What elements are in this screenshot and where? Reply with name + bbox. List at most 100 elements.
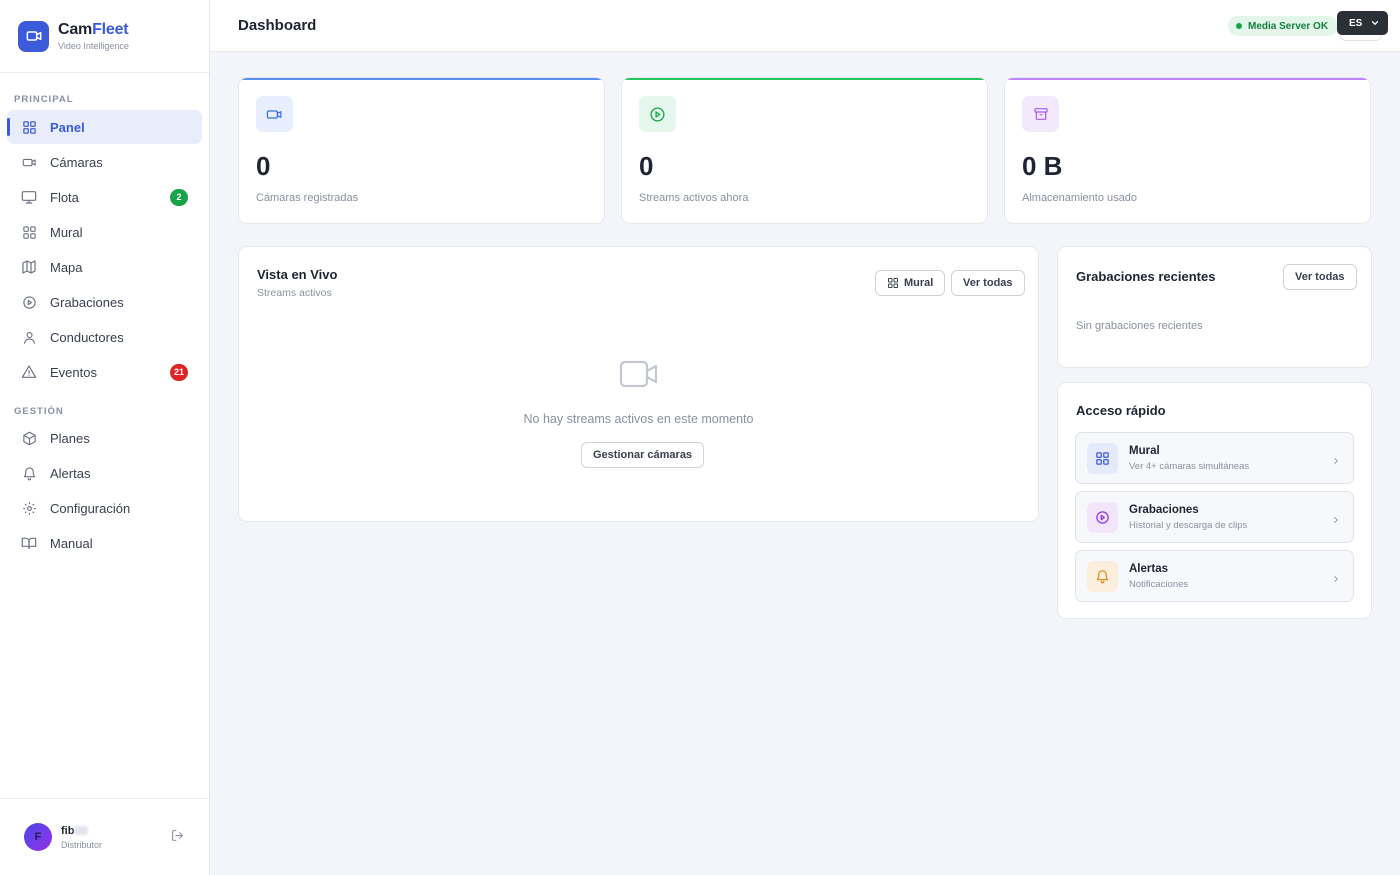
status-badge: Media Server OK	[1228, 16, 1339, 36]
card-title: Acceso rápido	[1076, 403, 1166, 418]
sidebar-item-mapa[interactable]: Mapa	[7, 250, 202, 284]
user-icon	[20, 328, 38, 346]
quick-access-subtitle: Historial y descarga de clips	[1129, 520, 1248, 531]
mural-button[interactable]: Mural	[875, 270, 946, 296]
bell-icon	[1087, 561, 1118, 592]
sidebar-item-flota[interactable]: Flota 2	[7, 180, 202, 214]
stat-card-streams: 0 Streams activos ahora	[621, 77, 988, 224]
sidebar-item-grabaciones[interactable]: Grabaciones	[7, 285, 202, 319]
section-label-gestion: GESTIÓN	[14, 406, 64, 417]
sidebar-item-label: Eventos	[50, 364, 97, 380]
bell-icon	[20, 464, 38, 482]
avatar: F	[24, 823, 52, 851]
chevron-right-icon	[1331, 512, 1341, 530]
empty-state-message: Sin grabaciones recientes	[1076, 320, 1203, 332]
sidebar-item-mural[interactable]: Mural	[7, 215, 202, 249]
book-icon	[20, 534, 38, 552]
quick-access-title: Grabaciones	[1129, 504, 1199, 516]
sidebar-item-camaras[interactable]: Cámaras	[7, 145, 202, 179]
brand-name: CamFleet	[58, 21, 129, 38]
video-camera-icon	[256, 96, 293, 132]
chevron-down-icon	[1370, 18, 1380, 31]
card-title: Grabaciones recientes	[1076, 269, 1216, 284]
user-name: fib	[61, 825, 102, 837]
map-icon	[20, 258, 38, 276]
quick-access-title: Alertas	[1129, 563, 1168, 575]
archive-icon	[1022, 96, 1059, 132]
play-circle-icon	[20, 293, 38, 311]
quick-access-title: Mural	[1129, 445, 1160, 457]
grid-icon	[20, 223, 38, 241]
sidebar: CamFleet Video Intelligence PRINCIPAL Pa…	[0, 0, 210, 875]
sidebar-item-panel[interactable]: Panel	[7, 110, 202, 144]
sidebar-item-label: Cámaras	[50, 154, 103, 170]
view-all-recordings-button[interactable]: Ver todas	[1283, 264, 1357, 290]
sidebar-item-alertas[interactable]: Alertas	[7, 456, 202, 490]
sidebar-item-planes[interactable]: Planes	[7, 421, 202, 455]
sidebar-item-configuracion[interactable]: Configuración	[7, 491, 202, 525]
play-circle-icon	[1087, 502, 1118, 533]
page-title: Dashboard	[238, 17, 317, 34]
sidebar-item-label: Manual	[50, 535, 93, 551]
live-view-card: Vista en Vivo Streams activos Mural Ver …	[238, 246, 1039, 522]
stat-label: Almacenamiento usado	[1022, 192, 1137, 204]
brand[interactable]: CamFleet Video Intelligence	[0, 0, 209, 73]
video-camera-icon	[18, 20, 49, 52]
video-camera-icon	[619, 359, 659, 394]
accent-line	[622, 78, 987, 80]
stat-card-cameras: 0 Cámaras registradas	[238, 77, 605, 224]
sidebar-item-label: Conductores	[50, 329, 124, 345]
manage-cameras-button[interactable]: Gestionar cámaras	[581, 442, 705, 468]
stat-value: 0	[256, 151, 271, 181]
monitor-icon	[20, 188, 38, 206]
accent-line	[1005, 78, 1370, 80]
status-dot-icon	[1236, 23, 1242, 29]
sidebar-item-conductores[interactable]: Conductores	[7, 320, 202, 354]
grid-icon	[1087, 443, 1118, 474]
language-selector[interactable]: ES	[1337, 11, 1388, 35]
user-role: Distributor	[61, 839, 103, 850]
sidebar-item-label: Flota	[50, 189, 79, 205]
sidebar-item-label: Alertas	[50, 465, 91, 481]
stat-value: 0	[639, 151, 654, 181]
quick-access-mural[interactable]: Mural Ver 4+ cámaras simultáneas	[1075, 432, 1354, 484]
quick-access-subtitle: Notificaciones	[1129, 579, 1189, 590]
chevron-right-icon	[1331, 453, 1341, 471]
quick-access-card: Acceso rápido Mural Ver 4+ cámaras simul…	[1057, 382, 1372, 619]
stat-label: Streams activos ahora	[639, 192, 749, 204]
gear-icon	[20, 499, 38, 517]
accent-line	[239, 78, 604, 80]
grid-icon	[20, 118, 38, 136]
box-icon	[20, 429, 38, 447]
stat-value: 0 B	[1022, 151, 1063, 181]
nav-gestion: Planes Alertas Configuración Manual	[7, 421, 202, 561]
brand-subtitle: Video Intelligence	[58, 41, 129, 51]
play-circle-icon	[639, 96, 676, 132]
stat-card-storage: 0 B Almacenamiento usado	[1004, 77, 1371, 224]
warning-icon	[20, 363, 38, 381]
card-subtitle: Streams activos	[257, 287, 332, 299]
quick-access-alertas[interactable]: Alertas Notificaciones	[1075, 550, 1354, 602]
sidebar-item-label: Grabaciones	[50, 294, 124, 310]
section-label-principal: PRINCIPAL	[14, 94, 74, 105]
chevron-right-icon	[1331, 571, 1341, 589]
quick-access-subtitle: Ver 4+ cámaras simultáneas	[1129, 461, 1250, 472]
logout-icon[interactable]	[171, 829, 185, 843]
card-title: Vista en Vivo	[257, 267, 338, 282]
count-badge: 21	[169, 363, 188, 381]
sidebar-item-eventos[interactable]: Eventos 21	[7, 355, 202, 389]
view-all-button[interactable]: Ver todas	[951, 270, 1025, 296]
sidebar-item-label: Mapa	[50, 259, 83, 275]
sidebar-item-label: Configuración	[50, 500, 131, 516]
nav-principal: Panel Cámaras Flota 2 Mural Mapa Grabaci…	[7, 110, 202, 390]
stat-label: Cámaras registradas	[256, 192, 359, 204]
sidebar-item-manual[interactable]: Manual	[7, 526, 202, 560]
header: Dashboard Media Server OK ES	[210, 0, 1400, 52]
sidebar-item-label: Planes	[50, 430, 90, 446]
user-profile[interactable]: F fib Distributor	[0, 798, 209, 875]
sidebar-item-label: Mural	[50, 224, 83, 240]
quick-access-grabaciones[interactable]: Grabaciones Historial y descarga de clip…	[1075, 491, 1354, 543]
empty-state-message: No hay streams activos en este momento	[523, 412, 754, 426]
recent-recordings-card: Grabaciones recientes Ver todas Sin grab…	[1057, 246, 1372, 368]
count-badge: 2	[170, 188, 188, 206]
